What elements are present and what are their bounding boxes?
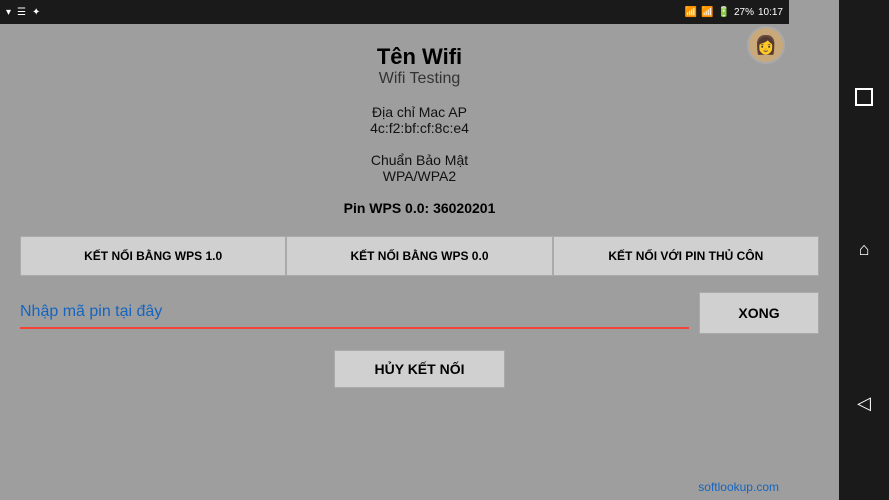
security-value: WPA/WPA2 xyxy=(383,168,456,184)
clock: 10:17 xyxy=(758,7,783,18)
signal-bars: 📶 xyxy=(701,7,713,18)
back-nav-button[interactable]: ◁ xyxy=(848,387,880,419)
wps1-button[interactable]: KẾT NỐI BẰNG WPS 1.0 xyxy=(20,236,286,276)
status-bar: ▾ ☰ ✦ 📶 📶 🔋 27% 10:17 xyxy=(0,0,789,24)
bt-icon: ✦ xyxy=(32,7,40,18)
mac-label: Địa chỉ Mac AP xyxy=(372,104,467,120)
wifi-status-icon: ▾ xyxy=(6,7,11,18)
home-icon: ⌂ xyxy=(859,239,870,260)
xong-button[interactable]: XONG xyxy=(699,292,819,334)
nav-sidebar: ⌂ ◁ xyxy=(839,0,889,500)
main-content: Tên Wifi Wifi Testing Địa chỉ Mac AP 4c:… xyxy=(0,24,839,500)
wifi-name-label: Tên Wifi xyxy=(377,44,462,70)
square-nav-button[interactable] xyxy=(848,81,880,113)
wps0-button[interactable]: KẾT NỐI BẰNG WPS 0.0 xyxy=(286,236,552,276)
square-icon xyxy=(855,88,873,106)
wifi-icon: 📶 xyxy=(685,7,697,18)
home-nav-button[interactable]: ⌂ xyxy=(848,234,880,266)
avatar: 👩 xyxy=(747,26,785,64)
status-bar-left: ▾ ☰ ✦ xyxy=(6,7,40,18)
battery-icon: 🔋 xyxy=(718,7,730,18)
signal-icon: ☰ xyxy=(17,7,26,18)
wps-buttons-row: KẾT NỐI BẰNG WPS 1.0 KẾT NỐI BẰNG WPS 0.… xyxy=(20,236,819,276)
pin-input-row: XONG xyxy=(20,292,819,334)
cancel-button[interactable]: HỦY KẾT NỐI xyxy=(334,350,506,388)
pin-input[interactable] xyxy=(20,303,689,321)
back-icon: ◁ xyxy=(857,393,871,414)
status-bar-right: 📶 📶 🔋 27% 10:17 xyxy=(685,7,783,18)
wps-pin-button[interactable]: KẾT NỐI VỚI PIN THỦ CÔN xyxy=(553,236,819,276)
cancel-row: HỦY KẾT NỐI xyxy=(20,350,819,388)
watermark: softlookup.com xyxy=(698,480,779,494)
security-label: Chuẩn Bảo Mật xyxy=(371,152,468,168)
pin-input-container xyxy=(20,297,689,329)
battery-percent: 27% xyxy=(734,7,754,18)
wifi-name-value: Wifi Testing xyxy=(379,70,461,88)
pin-wps-text: Pin WPS 0.0: 36020201 xyxy=(344,200,496,216)
mac-value: 4c:f2:bf:cf:8c:e4 xyxy=(370,120,469,136)
